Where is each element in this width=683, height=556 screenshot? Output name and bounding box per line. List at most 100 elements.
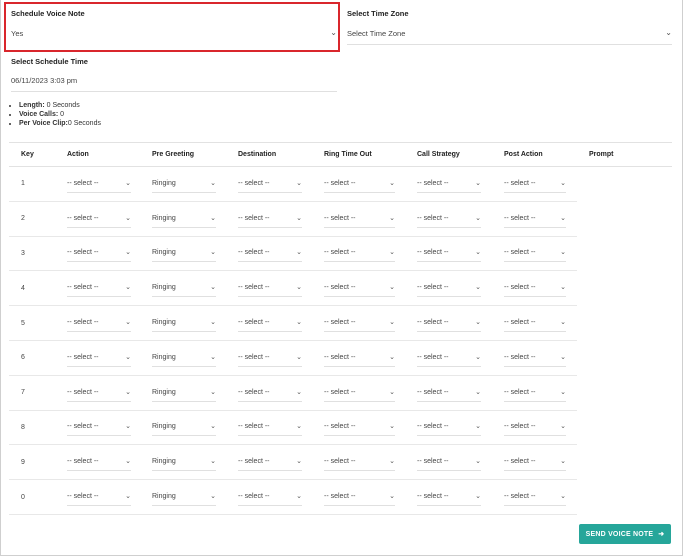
call-strategy-select[interactable]: -- select -- ⌄ [417,175,481,193]
pre-greeting-select[interactable]: Ringing ⌄ [152,314,216,333]
action-select[interactable]: -- select -- ⌄ [67,314,131,333]
select-value: -- select -- [67,493,99,501]
schedule-time-input[interactable]: 06/11/2023 3:03 pm [11,76,337,90]
post-action-select[interactable]: -- select -- ⌄ [504,210,566,228]
post-action-select[interactable]: -- select -- ⌄ [504,453,566,472]
call-strategy-select[interactable]: -- select -- ⌄ [417,210,481,228]
chevron-down-icon: ⌄ [210,179,216,187]
key-cell: 5 [9,305,55,341]
post-action-select[interactable]: -- select -- ⌄ [504,314,566,333]
call-strategy-select[interactable]: -- select -- ⌄ [417,453,481,472]
pre-greeting-select[interactable]: Ringing ⌄ [152,418,216,437]
chevron-down-icon: ⌄ [125,319,131,327]
ring-time-out-select[interactable]: -- select -- ⌄ [324,279,395,298]
destination-select[interactable]: -- select -- ⌄ [238,244,302,263]
ring-time-out-select[interactable]: -- select -- ⌄ [324,244,395,263]
action-select[interactable]: -- select -- ⌄ [67,279,131,298]
call-strategy-select[interactable]: -- select -- ⌄ [417,488,481,507]
call-strategy-select[interactable]: -- select -- ⌄ [417,349,481,367]
destination-select[interactable]: -- select -- ⌄ [238,384,302,402]
call-strategy-select[interactable]: -- select -- ⌄ [417,418,481,437]
schedule-time-label: Select Schedule Time [11,57,88,66]
select-value: -- select -- [417,179,449,187]
call-strategy-select[interactable]: -- select -- ⌄ [417,314,481,333]
ring-time-out-select[interactable]: -- select -- ⌄ [324,488,395,507]
select-value: -- select -- [238,388,270,396]
pre-greeting-select[interactable]: Ringing ⌄ [152,210,216,228]
ring-time-out-select[interactable]: -- select -- ⌄ [324,314,395,333]
action-select[interactable]: -- select -- ⌄ [67,453,131,472]
destination-cell: -- select -- ⌄ [226,340,312,376]
select-value: -- select -- [417,284,449,292]
select-value: -- select -- [504,319,536,327]
pre-greeting-select[interactable]: Ringing ⌄ [152,488,216,507]
select-value: -- select -- [67,319,99,327]
action-cell: -- select -- ⌄ [55,236,140,272]
select-value: -- select -- [67,179,99,187]
action-select[interactable]: -- select -- ⌄ [67,488,131,507]
chevron-down-icon: ⌄ [125,179,131,187]
action-select[interactable]: -- select -- ⌄ [67,349,131,367]
chevron-down-icon: ⌄ [475,284,481,292]
action-select[interactable]: -- select -- ⌄ [67,175,131,193]
pre-greeting-select[interactable]: Ringing ⌄ [152,349,216,367]
call-strategy-select[interactable]: -- select -- ⌄ [417,384,481,402]
destination-select[interactable]: -- select -- ⌄ [238,210,302,228]
post-action-select[interactable]: -- select -- ⌄ [504,488,566,507]
ring-time-out-select[interactable]: -- select -- ⌄ [324,175,395,193]
send-voice-note-button[interactable]: SEND VOICE NOTE ➜ [579,524,671,544]
select-value: -- select -- [324,249,356,257]
select-value: Ringing [152,214,176,222]
chevron-down-icon: ⌄ [389,319,395,327]
column-header: Post Action [492,142,577,167]
destination-select[interactable]: -- select -- ⌄ [238,453,302,472]
destination-select[interactable]: -- select -- ⌄ [238,279,302,298]
ring-time-out-cell: -- select -- ⌄ [312,375,405,411]
post-action-select[interactable]: -- select -- ⌄ [504,418,566,437]
destination-select[interactable]: -- select -- ⌄ [238,175,302,193]
pre-greeting-select[interactable]: Ringing ⌄ [152,244,216,263]
key-cell: 7 [9,375,55,411]
time-zone-select[interactable]: Select Time Zone ⌄ [347,28,672,43]
select-value: -- select -- [504,284,536,292]
action-select[interactable]: -- select -- ⌄ [67,384,131,402]
destination-select[interactable]: -- select -- ⌄ [238,349,302,367]
ring-time-out-select[interactable]: -- select -- ⌄ [324,418,395,437]
table-row: 5 -- select -- ⌄ Ringing ⌄ -- select -- ⌄ -- se… [9,305,672,341]
call-strategy-select[interactable]: -- select -- ⌄ [417,279,481,298]
action-select[interactable]: -- select -- ⌄ [67,418,131,437]
pre-greeting-select[interactable]: Ringing ⌄ [152,453,216,472]
action-cell: -- select -- ⌄ [55,375,140,411]
pre-greeting-cell: Ringing ⌄ [140,305,226,341]
ring-time-out-select[interactable]: -- select -- ⌄ [324,453,395,472]
post-action-select[interactable]: -- select -- ⌄ [504,279,566,298]
pre-greeting-select[interactable]: Ringing ⌄ [152,279,216,298]
destination-select[interactable]: -- select -- ⌄ [238,488,302,507]
prompt-cell [577,375,672,410]
ring-time-out-select[interactable]: -- select -- ⌄ [324,384,395,402]
action-select[interactable]: -- select -- ⌄ [67,244,131,263]
chevron-down-icon: ⌄ [125,284,131,292]
chevron-down-icon: ⌄ [389,249,395,257]
ring-time-out-select[interactable]: -- select -- ⌄ [324,210,395,228]
post-action-select[interactable]: -- select -- ⌄ [504,349,566,367]
post-action-select[interactable]: -- select -- ⌄ [504,384,566,402]
schedule-voice-note-select[interactable]: Yes ⌄ [11,28,337,43]
ring-time-out-select[interactable]: -- select -- ⌄ [324,349,395,367]
chevron-down-icon: ⌄ [560,423,566,431]
post-action-select[interactable]: -- select -- ⌄ [504,244,566,263]
destination-cell: -- select -- ⌄ [226,270,312,307]
call-strategy-select[interactable]: -- select -- ⌄ [417,244,481,263]
action-select[interactable]: -- select -- ⌄ [67,210,131,228]
pre-greeting-select[interactable]: Ringing ⌄ [152,175,216,193]
chevron-down-icon: ⌄ [125,493,131,501]
table-row: 9 -- select -- ⌄ Ringing ⌄ -- select -- ⌄ -- se… [9,444,672,481]
chevron-down-icon: ⌄ [210,423,216,431]
post-action-select[interactable]: -- select -- ⌄ [504,175,566,193]
pre-greeting-select[interactable]: Ringing ⌄ [152,384,216,402]
destination-select[interactable]: -- select -- ⌄ [238,418,302,437]
chevron-down-icon: ⌄ [475,493,481,501]
chevron-down-icon: ⌄ [475,423,481,431]
chevron-down-icon: ⌄ [210,284,216,292]
destination-select[interactable]: -- select -- ⌄ [238,314,302,333]
